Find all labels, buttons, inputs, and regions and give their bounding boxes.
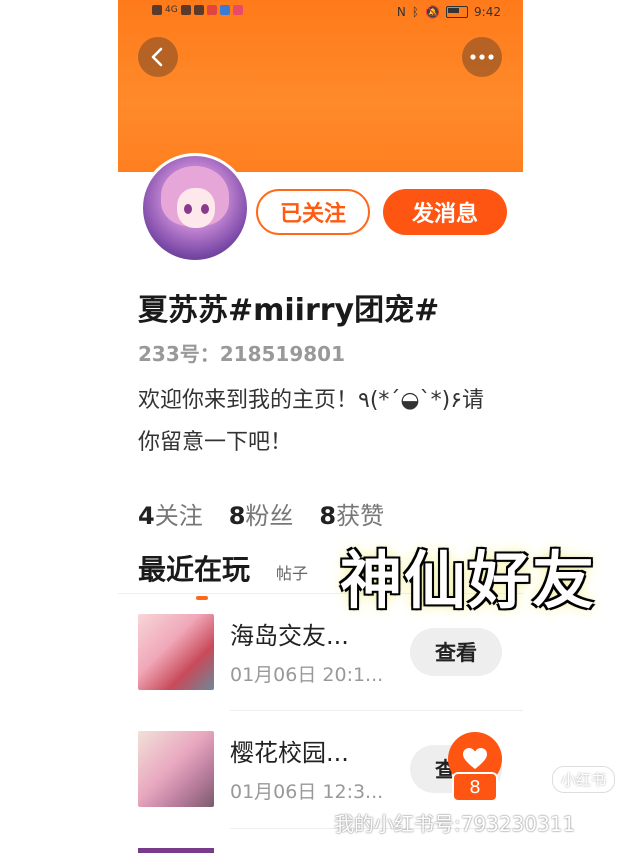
tab-posts[interactable]: 帖子: [276, 560, 308, 588]
followed-button[interactable]: 已关注: [256, 189, 370, 235]
weibo-icon: [206, 5, 217, 15]
bluetooth-icon: ᛒ: [411, 5, 420, 19]
tab-recently-played[interactable]: 最近在玩: [138, 548, 250, 600]
following-stat[interactable]: 4关注: [138, 496, 203, 531]
profile-tabs: 最近在玩 帖子: [138, 548, 308, 600]
likes-stat[interactable]: 8获赞: [319, 496, 384, 531]
game-title: 樱花校园...: [230, 739, 349, 767]
watermark-text: 我的小红书号:793230311: [334, 812, 576, 836]
profile-name: 夏苏苏#miirry团宠#: [138, 293, 440, 328]
profile-uid: 233号：218519801: [138, 342, 345, 366]
browser-icon: [219, 5, 230, 15]
wechat-icon: [193, 5, 204, 15]
more-dots-icon: [470, 54, 494, 60]
phone-screen: 4G N ᛒ 🔕 9:42 已关注 发消息 夏苏苏#miirry团宠# 233号…: [118, 0, 523, 853]
like-count-badge: 8: [452, 772, 498, 802]
clock: 9:42: [474, 5, 501, 19]
status-left-icons: 4G: [152, 5, 243, 15]
more-options-button[interactable]: [462, 37, 502, 77]
signal-label: 4G: [165, 5, 178, 15]
overlay-caption: 神仙好友: [340, 544, 597, 617]
profile-bio: 欢迎你来到我的主页！٩(*´◒`*)۶请你留意一下吧！: [138, 388, 485, 455]
view-button[interactable]: 查看: [410, 628, 502, 676]
battery-icon: [446, 6, 469, 18]
game-thumbnail: [138, 614, 214, 690]
game-thumbnail: [138, 731, 214, 807]
status-bar: 4G N ᛒ 🔕 9:42: [118, 0, 523, 26]
game-time: 01月06日 20:1...: [230, 664, 384, 686]
game-time: 01月06日 12:3...: [230, 781, 384, 803]
fans-stat[interactable]: 8粉丝: [229, 496, 294, 531]
mute-icon: 🔕: [425, 5, 441, 19]
profile-stats: 4关注 8粉丝 8获赞: [138, 496, 384, 531]
game-title: 海岛交友...: [230, 622, 349, 650]
heart-icon: [463, 748, 487, 769]
signal-icon: [152, 5, 162, 15]
chevron-left-icon: [151, 47, 163, 67]
watermark-logo: 小红书: [552, 766, 616, 793]
send-message-button[interactable]: 发消息: [383, 189, 507, 235]
wifi-icon: [180, 5, 191, 15]
list-item[interactable]: 海岛交友... 01月06日 20:1... 查看: [138, 614, 518, 692]
game-thumbnail: [138, 848, 214, 853]
avatar[interactable]: [140, 153, 250, 263]
status-right-icons: N ᛒ 🔕 9:42: [397, 5, 501, 19]
back-button[interactable]: [138, 37, 178, 77]
app-notification-icon: [232, 5, 243, 15]
nfc-icon: N: [396, 5, 406, 19]
divider: [230, 710, 523, 711]
